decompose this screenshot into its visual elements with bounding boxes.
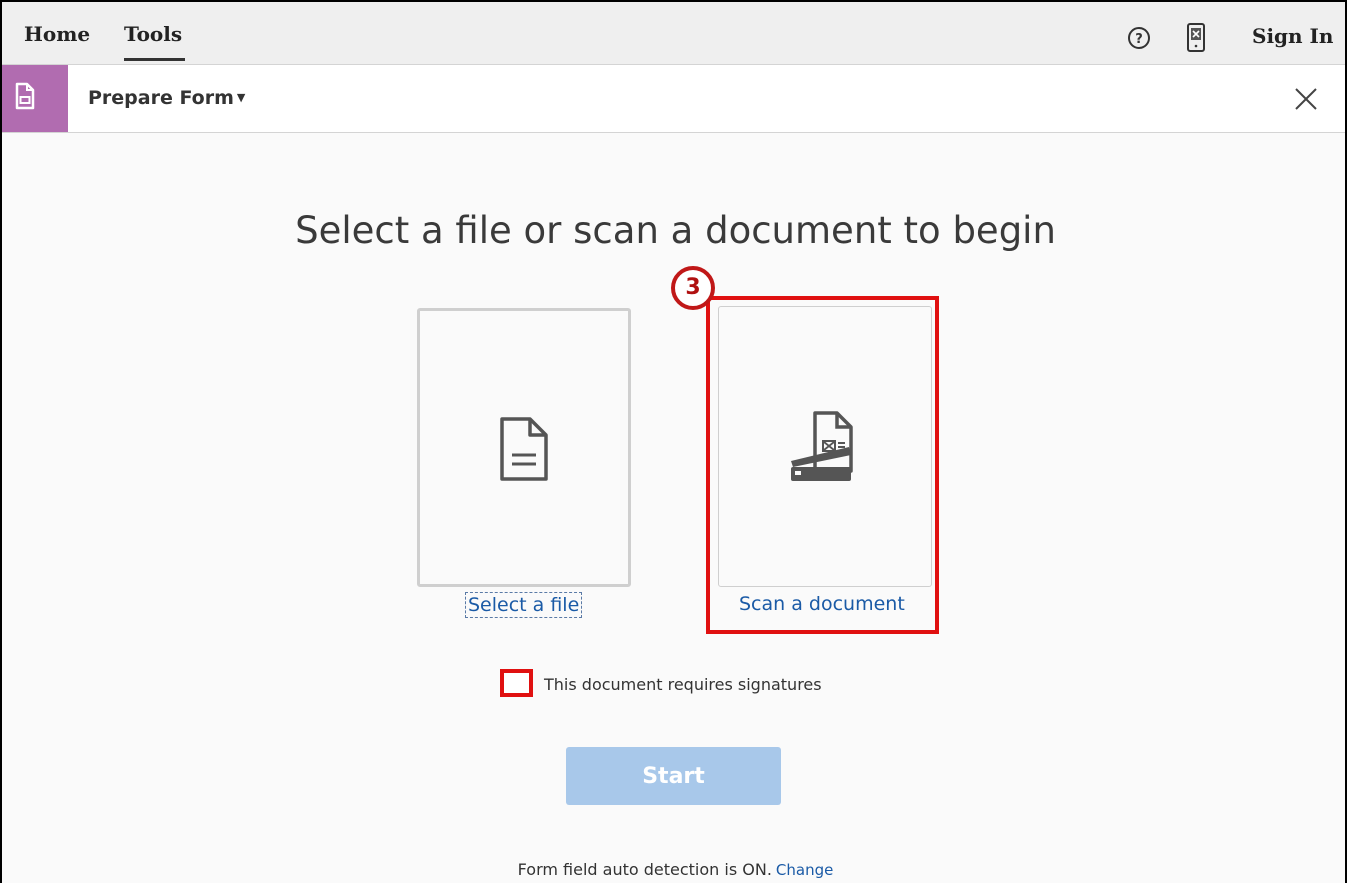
signatures-checkbox[interactable] [500,669,533,697]
auto-detection-note: Form field auto detection is ON. Change [2,860,1347,879]
tool-badge [2,65,68,132]
page-title: Select a file or scan a document to begi… [295,209,1056,252]
close-icon[interactable] [1294,87,1318,111]
signatures-checkbox-label: This document requires signatures [544,675,822,694]
help-circle-icon[interactable]: ? [1127,26,1151,50]
change-link[interactable]: Change [776,861,833,879]
sign-in-button[interactable]: Sign In [1252,24,1333,48]
tab-home[interactable]: Home [24,22,90,46]
tool-header: Prepare Form ▼ [2,65,1345,133]
start-button[interactable]: Start [566,747,781,805]
tool-name-label: Prepare Form [88,87,234,109]
active-tab-indicator [124,58,185,61]
select-file-link[interactable]: Select a file [465,592,583,618]
tool-name-dropdown[interactable]: Prepare Form ▼ [88,87,245,109]
tab-tools[interactable]: Tools [124,22,182,46]
svg-text:?: ? [1135,32,1143,47]
annotation-step-badge: 3 [671,266,715,310]
chevron-down-icon: ▼ [236,91,246,104]
auto-detection-text: Form field auto detection is ON. [517,860,772,879]
prepare-form-icon [15,82,35,110]
annotation-highlight-box [706,296,939,634]
app-window: Home Tools ? Sign In Prepare Form ▼ Sele… [0,0,1347,883]
mobile-link-icon[interactable] [1186,23,1206,53]
top-navigation: Home Tools ? Sign In [2,2,1345,65]
select-file-card[interactable] [417,308,631,587]
document-icon [500,417,548,481]
